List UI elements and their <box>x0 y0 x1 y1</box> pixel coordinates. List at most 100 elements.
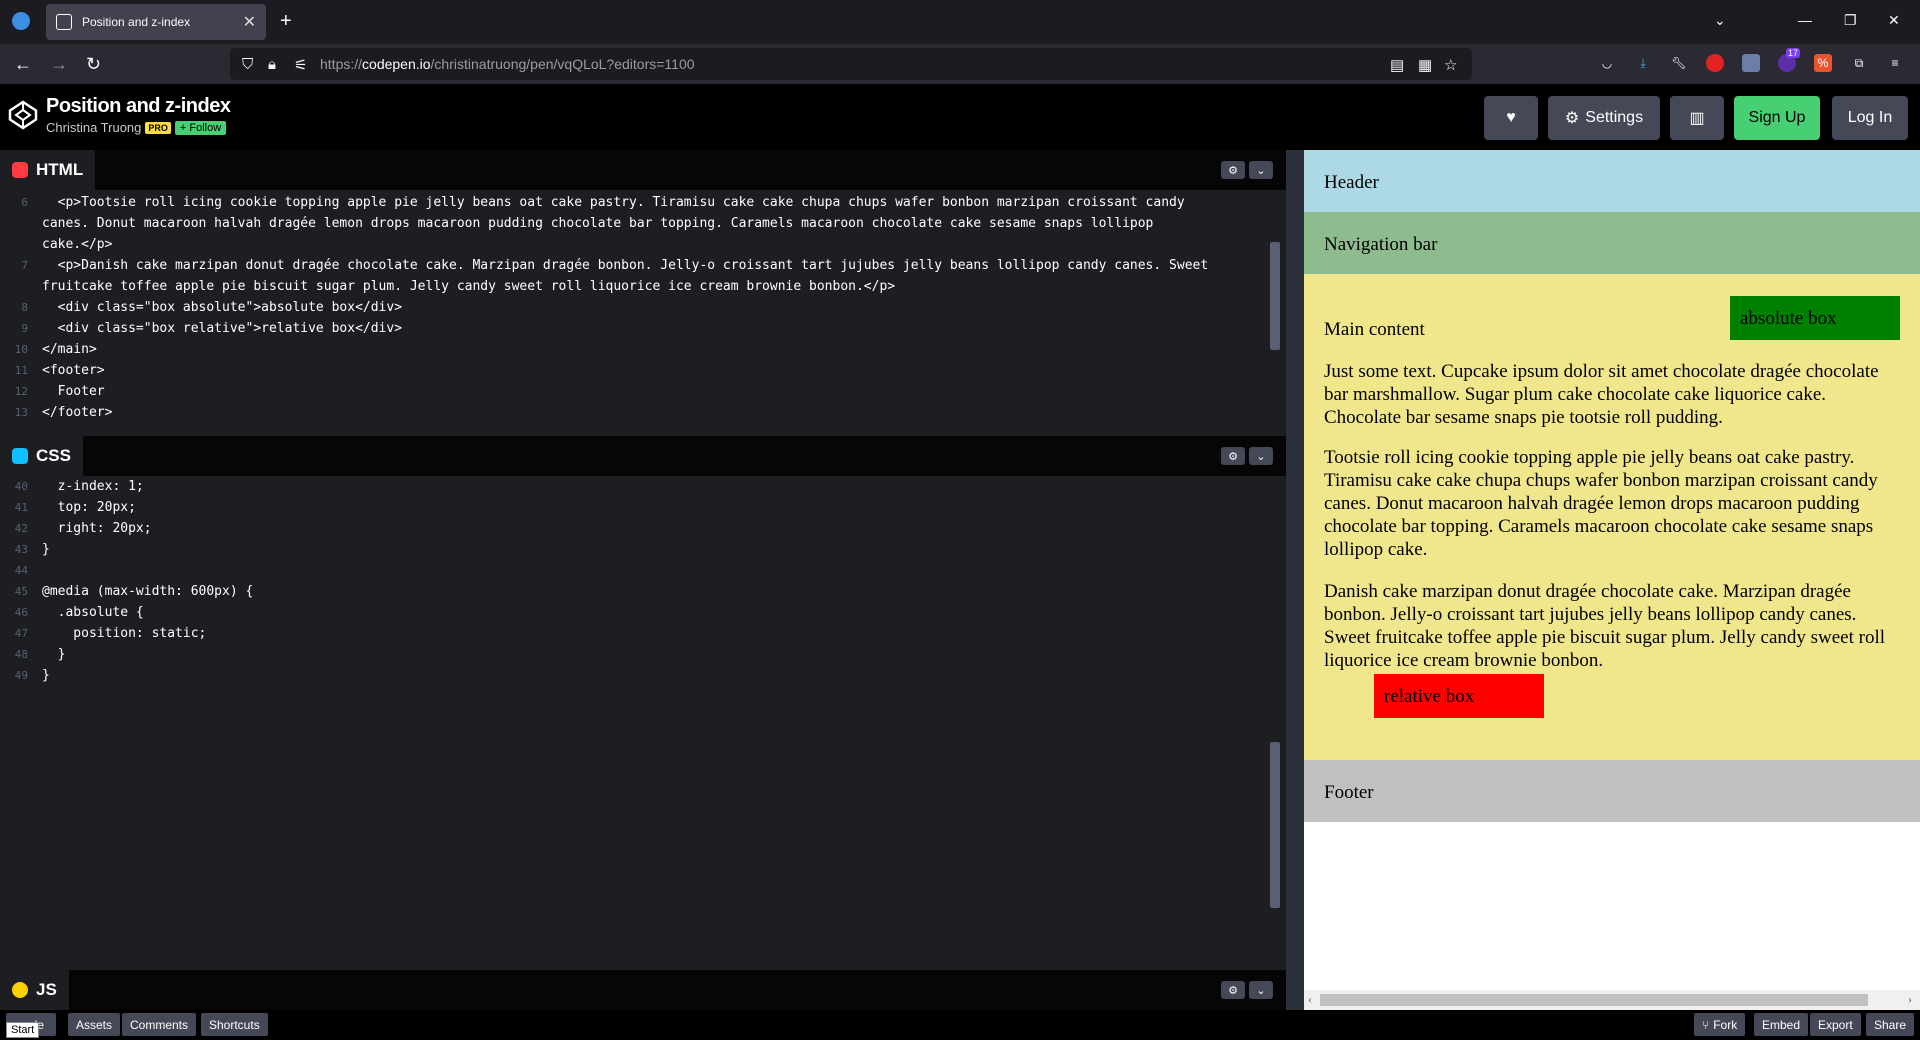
resize-gutter[interactable] <box>1286 150 1304 1010</box>
js-settings-button[interactable]: ⚙ <box>1221 981 1245 999</box>
line-number: 43 <box>14 543 28 556</box>
css-collapse-button[interactable]: ⌄ <box>1249 447 1273 465</box>
code-line: cake.</p> <box>0 234 1250 255</box>
code-line: 6 <p>Tootsie roll icing cookie topping a… <box>0 192 1250 213</box>
fork-button[interactable]: ⑂ Fork <box>1694 1013 1746 1036</box>
pen-title[interactable]: Position and z-index <box>46 95 231 118</box>
code-text: } <box>42 542 50 557</box>
layout-icon: ▥ <box>1689 110 1705 127</box>
line-number: 40 <box>14 480 28 493</box>
reader-view-icon[interactable]: ▤ <box>1390 56 1404 74</box>
permissions-icon[interactable]: ⚟ <box>294 56 307 74</box>
code-line: 12 Footer <box>0 381 1250 402</box>
line-number: 8 <box>21 301 28 314</box>
author-name[interactable]: Christina Truong <box>46 120 141 135</box>
line-number: 42 <box>14 522 28 535</box>
embed-button[interactable]: Embed <box>1754 1013 1809 1036</box>
preview-horizontal-scrollbar[interactable]: ‹ › <box>1304 990 1920 1010</box>
settings-label: Settings <box>1585 109 1644 126</box>
html-scrollbar[interactable] <box>1270 242 1280 350</box>
close-window-icon[interactable]: ✕ <box>1888 12 1900 29</box>
extension-red-icon[interactable] <box>1706 54 1724 72</box>
preview-absolute-box: absolute box <box>1730 296 1900 340</box>
settings-button[interactable]: ⚙ Settings <box>1548 96 1660 140</box>
js-collapse-button[interactable]: ⌄ <box>1249 981 1273 999</box>
css-scrollbar[interactable] <box>1270 742 1280 908</box>
back-icon[interactable]: ← <box>14 54 32 75</box>
scroll-thumb[interactable] <box>1320 994 1868 1006</box>
extension-purple-icon[interactable]: 17 <box>1778 48 1801 72</box>
pocket-icon[interactable]: ◡ <box>1598 54 1616 72</box>
codepen-footer-bar: ole Start Assets Comments Shortcuts ⑂For… <box>0 1010 1920 1040</box>
code-text: canes. Donut macaroon halvah dragée lemo… <box>42 216 1154 231</box>
line-number: 10 <box>14 343 28 356</box>
js-pane-tab[interactable]: JS <box>0 970 69 1010</box>
line-number: 44 <box>14 564 28 577</box>
restore-icon[interactable]: ❐ <box>1844 12 1857 29</box>
scroll-right-icon[interactable]: › <box>1908 992 1912 1007</box>
pen-author: Christina Truong PRO + Follow <box>46 120 227 135</box>
line-number: 12 <box>14 385 28 398</box>
follow-button[interactable]: + Follow <box>174 120 227 135</box>
shield-icon[interactable]: ⛉ <box>242 56 253 73</box>
codepen-header: Position and z-index Christina Truong PR… <box>0 84 1920 150</box>
comments-button[interactable]: Comments <box>122 1013 197 1036</box>
new-tab-icon[interactable]: + <box>280 10 292 33</box>
extension-orange-icon[interactable]: % <box>1814 54 1832 72</box>
code-text: fruitcake toffee apple pie biscuit sugar… <box>42 279 896 294</box>
css-pane-tab[interactable]: CSS <box>0 436 83 476</box>
reload-icon[interactable]: ↻ <box>86 54 101 75</box>
tab-title: Position and z-index <box>82 15 191 29</box>
browser-tab[interactable]: Position and z-index ✕ <box>46 4 266 40</box>
bookmark-star-icon[interactable]: ☆ <box>1444 56 1457 74</box>
code-text: <footer> <box>42 363 105 378</box>
login-button[interactable]: Log In <box>1832 96 1908 140</box>
url-bar[interactable]: ⛉ 🔒︎ ⚟ https://codepen.io/christinatruon… <box>230 48 1472 80</box>
html-pane-tab[interactable]: HTML <box>0 150 96 190</box>
js-icon <box>12 982 28 998</box>
extension-card-icon[interactable] <box>1742 54 1760 72</box>
preview-paragraph-2: Tootsie roll icing cookie topping apple … <box>1324 447 1878 560</box>
pro-badge: PRO <box>145 121 171 134</box>
codepen-logo-icon[interactable] <box>8 100 38 130</box>
scroll-left-icon[interactable]: ‹ <box>1308 992 1312 1007</box>
share-button[interactable]: Share <box>1866 1013 1915 1036</box>
code-line: canes. Donut macaroon halvah dragée lemo… <box>0 213 1250 234</box>
html-pane-header: HTML ⚙ ⌄ <box>0 150 1286 190</box>
js-pane-header: JS ⚙ ⌄ <box>0 970 1286 1010</box>
signup-button[interactable]: Sign Up <box>1734 96 1820 140</box>
html-settings-button[interactable]: ⚙ <box>1221 161 1245 179</box>
forward-icon[interactable]: → <box>50 54 68 75</box>
code-line: 48 } <box>0 644 1250 665</box>
wrench-icon[interactable]: 🔧︎ <box>1670 54 1688 72</box>
css-icon <box>12 448 28 464</box>
line-number: 11 <box>14 364 28 377</box>
html-icon <box>12 162 28 178</box>
line-number: 41 <box>14 501 28 514</box>
layout-button[interactable]: ▥ <box>1670 96 1724 140</box>
qr-icon[interactable]: ▦ <box>1418 56 1432 74</box>
code-text: z-index: 1; <box>42 479 144 494</box>
minimize-icon[interactable]: — <box>1798 12 1812 28</box>
code-text: Footer <box>42 384 105 399</box>
code-text: } <box>42 647 66 662</box>
assets-button[interactable]: Assets <box>68 1013 121 1036</box>
tab-list-icon[interactable]: ⌄ <box>1714 12 1726 29</box>
love-button[interactable]: ♥ <box>1484 96 1538 140</box>
code-line: 13 </footer> <box>0 402 1250 423</box>
menu-icon[interactable]: ≡ <box>1886 54 1904 72</box>
export-button[interactable]: Export <box>1810 1013 1861 1036</box>
css-settings-button[interactable]: ⚙ <box>1221 447 1245 465</box>
preview-main: Main content absolute box Just some text… <box>1304 274 1920 760</box>
close-tab-icon[interactable]: ✕ <box>243 12 256 32</box>
url-domain: codepen.io <box>362 56 431 72</box>
firefox-icon[interactable] <box>12 12 30 30</box>
lock-icon[interactable]: 🔒︎ <box>268 56 276 73</box>
extensions-puzzle-icon[interactable]: ⧉ <box>1850 54 1868 72</box>
shortcuts-button[interactable]: Shortcuts <box>201 1013 268 1036</box>
css-pane-header: CSS ⚙ ⌄ <box>0 436 1286 476</box>
html-collapse-button[interactable]: ⌄ <box>1249 161 1273 179</box>
css-code-editor[interactable]: 40 z-index: 1; 41 top: 20px; 42 right: 20p… <box>0 476 1270 976</box>
line-number: 9 <box>21 322 28 335</box>
download-icon[interactable]: ⤓ <box>1634 54 1652 72</box>
